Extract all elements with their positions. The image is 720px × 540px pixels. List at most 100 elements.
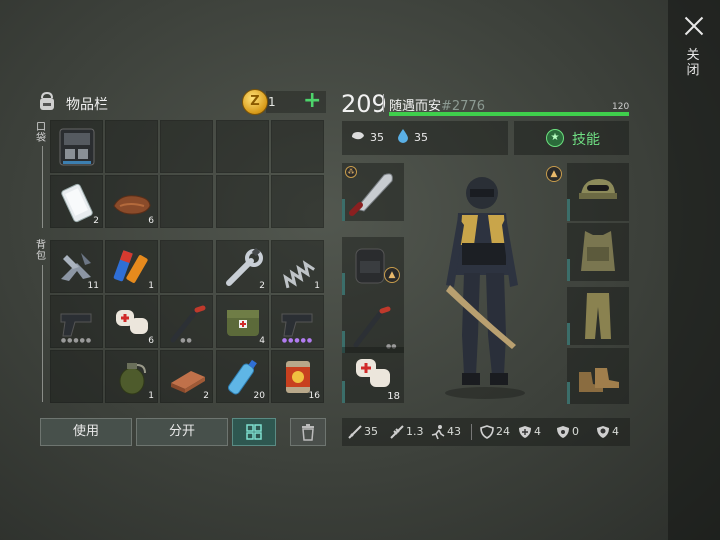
backpack-slot-2[interactable]: 1 [105,240,158,293]
backpack-slot-15[interactable]: 16 [271,350,324,403]
tactical-case-icon [59,128,95,166]
split-button[interactable]: 分开 [136,418,228,446]
backpack-slot-3[interactable] [160,240,213,293]
pocket-divider [42,146,43,228]
slot-indicator [567,199,570,221]
quick-slot[interactable]: 18 [342,347,404,403]
backpack-slot[interactable]: ▲ [342,237,404,295]
item-count: 11 [87,281,99,291]
player-level: 209 [341,90,387,118]
armor-shield-icon [480,425,494,439]
item-count: 6 [148,336,154,346]
close-icon[interactable] [682,14,706,38]
backpack-slot-7[interactable]: 6 [105,295,158,348]
sword-icon [348,425,362,439]
backpack-slot-6[interactable]: ●●●●● [50,295,103,348]
close-label[interactable]: 关闭 [686,48,700,78]
durability-dots: ●●●●● [60,337,93,344]
add-coins-button[interactable]: + [303,90,321,112]
pocket-slot-5[interactable] [271,120,324,173]
backpack-slot-13[interactable]: 2 [160,350,213,403]
rarity-badge: ⁂ [345,166,357,178]
trash-icon [302,424,314,441]
backpack-slot-11[interactable] [50,350,103,403]
item-count: 16 [308,391,320,401]
melee-damage: 35 [364,425,378,438]
backpack-slot-8[interactable]: ●● [160,295,213,348]
item-count: 1 [148,281,154,291]
movement-speed: 43 [447,425,461,438]
item-count: 4 [259,336,265,346]
pocket-slot-1[interactable] [50,120,103,173]
pocket-slot-2[interactable] [105,120,158,173]
upgrade-badge: ▲ [546,166,562,182]
cold-resist-value: 4 [534,425,541,438]
backpack-label: 背包 [36,240,46,262]
food-icon [352,132,364,140]
boots-icon [579,368,619,392]
character-model [445,177,525,399]
water-drop-icon [398,129,408,143]
pocket-slot-9[interactable] [216,175,269,228]
durability-dots: ●●●●● [281,337,314,344]
slot-indicator [567,259,570,281]
slot-indicator [567,323,570,345]
item-count: 20 [253,391,265,401]
legs-slot[interactable] [567,287,629,345]
trash-button[interactable] [290,418,326,446]
head-slot[interactable] [567,163,629,221]
pocket-slot-3[interactable] [160,120,213,173]
item-count: 2 [259,281,265,291]
coin-icon: Z [242,89,268,115]
food-value: 35 [370,131,384,144]
coin-count: 1 [268,95,276,109]
backpack-slot-5[interactable]: 1 [271,240,324,293]
pocket-slot-7[interactable]: 6 [105,175,158,228]
star-icon: ★ [546,129,564,147]
attack-speed: 1.3 [406,425,424,438]
level-divider [383,94,384,112]
pocket-slot-4[interactable] [216,120,269,173]
item-count: 2 [93,216,99,226]
backpack-slot-10[interactable]: ●●●●● [271,295,324,348]
body-slot[interactable] [567,223,629,281]
tool-slot[interactable]: ●● [342,295,404,353]
backpack-slot-1[interactable]: 11 [50,240,103,293]
right-sidebar [668,0,720,540]
cap-icon [579,179,617,199]
skills-label[interactable]: 技能 [572,129,600,149]
pants-icon [585,293,611,339]
backpack-slot-14[interactable]: 20 [216,350,269,403]
radiation-resist-icon [557,426,569,438]
item-count: 2 [203,391,209,401]
pocket-slot-10[interactable] [271,175,324,228]
radiation-resist-value: 0 [572,425,579,438]
grid-icon [246,424,262,440]
xp-max: 120 [612,102,630,112]
xp-bar-fill [389,112,629,116]
backpack-icon [40,91,54,110]
weapon-slot[interactable]: ⁂ [342,163,404,221]
backpack-slot-9[interactable]: 4 [216,295,269,348]
slot-indicator [342,199,345,221]
upgrade-badge: ▲ [384,267,400,283]
armor-value: 24 [496,425,510,438]
sort-grid-button[interactable] [232,418,276,446]
xp-bar [389,112,629,116]
item-count: 1 [148,391,154,401]
use-button[interactable]: 使用 [40,418,132,446]
item-count: 6 [148,216,154,226]
poison-resist-icon [597,426,609,438]
pocket-slot-8[interactable] [160,175,213,228]
backpack-icon [355,248,385,284]
pocket-slot-6[interactable]: 2 [50,175,103,228]
feet-slot[interactable] [567,348,629,404]
stats-divider [471,424,472,440]
poison-resist-value: 4 [612,425,619,438]
item-count: 1 [314,281,320,291]
attack-speed-icon [390,425,404,439]
backpack-slot-4[interactable]: 2 [216,240,269,293]
slot-indicator [567,382,570,404]
inventory-title: 物品栏 [66,97,108,113]
backpack-slot-12[interactable]: 1 [105,350,158,403]
